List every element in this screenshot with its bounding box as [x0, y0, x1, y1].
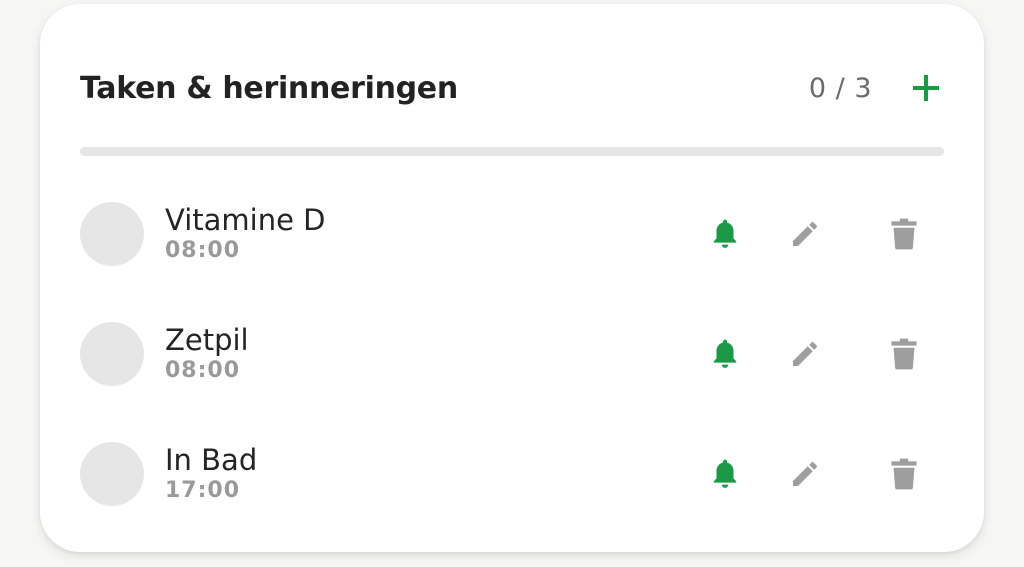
task-item: In Bad 17:00 — [80, 414, 944, 534]
edit-button[interactable] — [783, 452, 827, 496]
task-item: Vitamine D 08:00 — [80, 174, 944, 294]
bell-icon — [713, 459, 737, 488]
delete-button[interactable] — [882, 452, 926, 496]
tasks-card: Taken & herinneringen 0 / 3 Vitamine D 0… — [40, 4, 984, 552]
trash-icon — [891, 458, 917, 490]
pencil-icon — [793, 221, 818, 246]
reminder-button[interactable] — [703, 332, 747, 376]
plus-icon — [913, 75, 939, 101]
progress-bar — [80, 147, 944, 156]
delete-button[interactable] — [882, 332, 926, 376]
pencil-icon — [793, 461, 818, 486]
bell-icon — [713, 339, 737, 368]
trash-icon — [891, 338, 917, 370]
task-checkbox[interactable] — [80, 442, 144, 506]
edit-button[interactable] — [783, 212, 827, 256]
delete-button[interactable] — [882, 212, 926, 256]
card-title: Taken & herinneringen — [80, 70, 458, 106]
card-header: Taken & herinneringen 0 / 3 — [80, 60, 944, 116]
add-task-button[interactable] — [908, 70, 944, 106]
task-counter: 0 / 3 — [808, 72, 872, 104]
edit-button[interactable] — [783, 332, 827, 376]
trash-icon — [891, 218, 917, 250]
bell-icon — [713, 219, 737, 248]
task-list: Vitamine D 08:00 Zetpil 08:00 In Bad 17:… — [80, 174, 944, 534]
task-checkbox[interactable] — [80, 322, 144, 386]
task-checkbox[interactable] — [80, 202, 144, 266]
reminder-button[interactable] — [703, 212, 747, 256]
reminder-button[interactable] — [703, 452, 747, 496]
pencil-icon — [793, 341, 818, 366]
task-item: Zetpil 08:00 — [80, 294, 944, 414]
